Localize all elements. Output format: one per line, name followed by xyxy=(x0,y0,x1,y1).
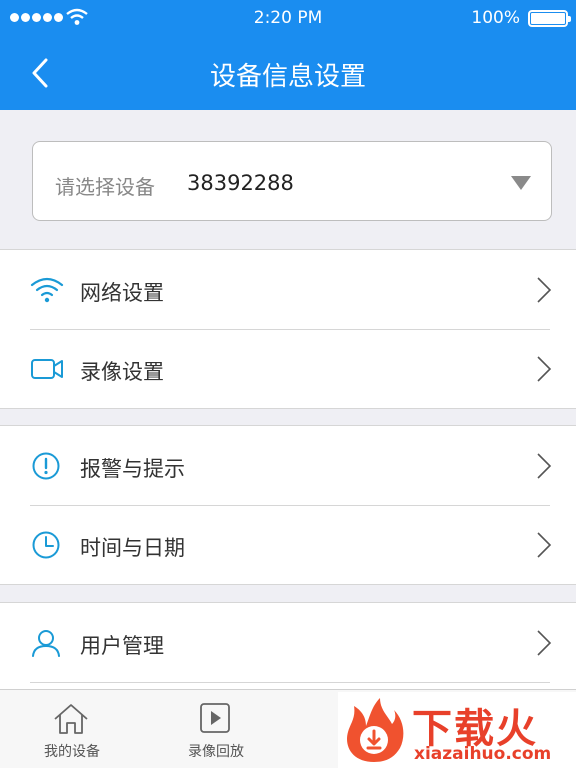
battery-icon xyxy=(528,10,571,27)
flame-logo-icon xyxy=(347,698,404,762)
page-title: 设备信息设置 xyxy=(209,62,366,92)
settings-group-network: 网络设置 录像设置 xyxy=(0,249,576,409)
settings-group-users: 用户管理 xyxy=(0,602,576,702)
settings-group-alerts: 报警与提示 时间与日期 xyxy=(0,425,576,585)
settings-row-label: 时间与日期 xyxy=(80,536,185,560)
watermark-url: xiazaihuo.com xyxy=(414,744,552,764)
alert-icon xyxy=(32,452,60,480)
user-icon xyxy=(32,630,60,657)
battery-percent: 100% xyxy=(471,8,520,28)
settings-row-alert[interactable]: 报警与提示 xyxy=(0,426,576,505)
wifi-icon xyxy=(30,277,64,303)
chevron-right-icon xyxy=(537,453,552,479)
settings-row-user[interactable]: 用户管理 xyxy=(0,603,576,682)
settings-row-network[interactable]: 网络设置 xyxy=(0,250,576,329)
chevron-right-icon xyxy=(537,277,552,303)
settings-row-label: 用户管理 xyxy=(80,634,164,658)
watermark-logo: 下载火 xiazaihuo.com xyxy=(338,692,576,768)
settings-row-label: 报警与提示 xyxy=(80,457,185,481)
status-bar: 2:20 PM 100% xyxy=(0,0,576,36)
video-camera-icon xyxy=(31,359,63,379)
tab-my-devices[interactable]: 我的设备 xyxy=(0,690,144,768)
dropdown-triangle-icon xyxy=(511,176,531,190)
tab-label: 录像回放 xyxy=(188,744,244,760)
chevron-right-icon xyxy=(537,532,552,558)
tab-playback[interactable]: 录像回放 xyxy=(144,690,288,768)
device-select-dropdown[interactable]: 请选择设备 38392288 xyxy=(32,141,552,221)
settings-row-label: 网络设置 xyxy=(80,281,164,305)
device-select-value: 38392288 xyxy=(187,171,294,195)
play-icon xyxy=(200,703,230,733)
settings-row-time[interactable]: 时间与日期 xyxy=(0,505,576,584)
chevron-right-icon xyxy=(537,630,552,656)
settings-row-label: 录像设置 xyxy=(80,360,164,384)
settings-row-video[interactable]: 录像设置 xyxy=(0,329,576,408)
chevron-right-icon xyxy=(537,356,552,382)
device-select-label: 请选择设备 xyxy=(55,175,155,199)
tab-label: 我的设备 xyxy=(44,744,100,760)
home-icon xyxy=(54,704,88,734)
navigation-bar: 设备信息设置 xyxy=(0,36,576,110)
clock-icon xyxy=(32,531,60,559)
